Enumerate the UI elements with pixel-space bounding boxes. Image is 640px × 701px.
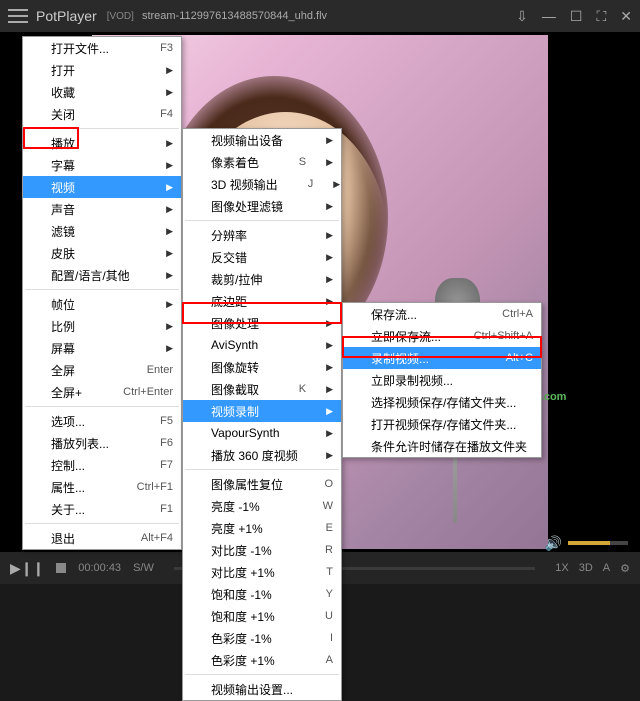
menu-item[interactable]: 全屏Enter [23,359,181,381]
menu-item[interactable]: 对比度 -1%R [183,539,341,561]
menu-item[interactable]: 属性...Ctrl+F1 [23,476,181,498]
menu-item[interactable]: 图像旋转▶ [183,356,341,378]
menu-item[interactable]: AviSynth▶ [183,334,341,356]
menu-item[interactable]: 图像处理滤镜▶ [183,195,341,217]
fullscreen-icon[interactable]: ⛶ [596,8,606,25]
menu-item[interactable]: VapourSynth▶ [183,422,341,444]
menu-item[interactable]: 打开视频保存/存储文件夹... [343,413,541,435]
context-menu-video: 视频输出设备▶像素着色S▶3D 视频输出J▶图像处理滤镜▶ 分辨率▶反交错▶裁剪/… [182,128,342,701]
app-title: PotPlayer [36,8,97,24]
minimize-icon[interactable]: — [542,8,556,24]
menu-item[interactable]: 色彩度 -1%I [183,627,341,649]
menu-item[interactable]: 裁剪/拉伸▶ [183,268,341,290]
menu-item[interactable]: 屏幕▶ [23,337,181,359]
menu-item[interactable]: 录制视频...Alt+C [343,347,541,369]
speed-toggle[interactable]: 1X [555,562,568,575]
menu-item[interactable]: 视频▶ [23,176,181,198]
menu-item[interactable]: 视频输出设备▶ [183,129,341,151]
settings-icon[interactable]: ⚙ [620,562,630,575]
file-title: stream-112997613488570844_uhd.flv [142,10,327,22]
av-toggle[interactable]: A [603,562,610,575]
menu-item[interactable]: 视频输出设置... [183,678,341,700]
menu-item[interactable]: 关于...F1 [23,498,181,520]
menu-item[interactable]: 字幕▶ [23,154,181,176]
menu-item[interactable]: 图像处理▶ [183,312,341,334]
menu-item[interactable]: 反交错▶ [183,246,341,268]
menu-item[interactable]: 选择视频保存/存储文件夹... [343,391,541,413]
menu-item[interactable]: 打开文件...F3 [23,37,181,59]
menu-item[interactable]: 皮肤▶ [23,242,181,264]
mode-label: S/W [133,562,154,574]
close-icon[interactable]: ✕ [620,8,632,25]
menu-item[interactable]: 播放 360 度视频▶ [183,444,341,466]
menu-item[interactable]: 底边距▶ [183,290,341,312]
menu-item[interactable]: 3D 视频输出J▶ [183,173,341,195]
menu-item[interactable]: 色彩度 +1%A [183,649,341,671]
volume-slider[interactable] [568,541,628,545]
pin-icon[interactable]: ⇩ [516,8,528,25]
menu-item[interactable]: 控制...F7 [23,454,181,476]
menu-item[interactable]: 视频录制▶ [183,400,341,422]
play-button[interactable]: ▶❙❙ [10,560,44,577]
menu-item[interactable]: 保存流...Ctrl+A [343,303,541,325]
menu-item[interactable]: 饱和度 +1%U [183,605,341,627]
context-menu-record: 保存流...Ctrl+A立即保存流...Ctrl+Shift+A录制视频...A… [342,302,542,458]
menu-item[interactable]: 分辨率▶ [183,224,341,246]
menu-item[interactable]: 帧位▶ [23,293,181,315]
menu-hamburger[interactable] [8,9,28,23]
menu-item[interactable]: 关闭F4 [23,103,181,125]
maximize-icon[interactable]: ☐ [570,8,583,25]
menu-item[interactable]: 亮度 -1%W [183,495,341,517]
menu-item[interactable]: 播放列表...F6 [23,432,181,454]
menu-item[interactable]: 图像截取K▶ [183,378,341,400]
menu-item[interactable]: 立即保存流...Ctrl+Shift+A [343,325,541,347]
3d-toggle[interactable]: 3D [579,562,593,575]
menu-item[interactable]: 对比度 +1%T [183,561,341,583]
menu-item[interactable]: 滤镜▶ [23,220,181,242]
volume-icon[interactable]: 🔊 [545,535,562,552]
menu-item[interactable]: 立即录制视频... [343,369,541,391]
time-current: 00:00:43 [78,562,121,574]
context-menu-main: 打开文件...F3打开▶收藏▶关闭F4 播放▶字幕▶视频▶声音▶滤镜▶皮肤▶配置/… [22,36,182,550]
menu-item[interactable]: 选项...F5 [23,410,181,432]
menu-item[interactable]: 像素着色S▶ [183,151,341,173]
menu-item[interactable]: 收藏▶ [23,81,181,103]
menu-item[interactable]: 图像属性复位O [183,473,341,495]
menu-item[interactable]: 饱和度 -1%Y [183,583,341,605]
menu-item[interactable]: 亮度 +1%E [183,517,341,539]
menu-item[interactable]: 播放▶ [23,132,181,154]
stop-button[interactable] [56,563,66,573]
vod-tag: [VOD] [107,11,134,22]
menu-item[interactable]: 退出Alt+F4 [23,527,181,549]
menu-item[interactable]: 配置/语言/其他▶ [23,264,181,286]
menu-item[interactable]: 比例▶ [23,315,181,337]
menu-item[interactable]: 声音▶ [23,198,181,220]
menu-item[interactable]: 打开▶ [23,59,181,81]
menu-item[interactable]: 条件允许时储存在播放文件夹 [343,435,541,457]
menu-item[interactable]: 全屏+Ctrl+Enter [23,381,181,403]
